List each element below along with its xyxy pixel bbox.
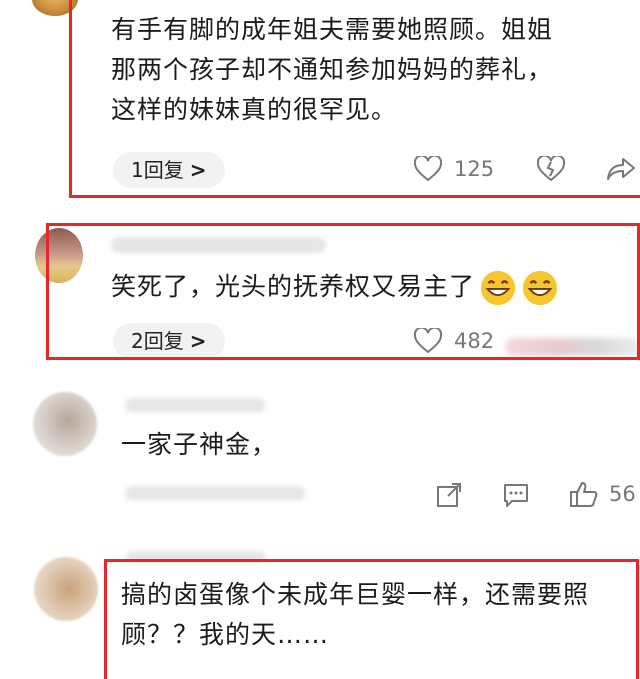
- like-count: 125: [454, 157, 495, 181]
- comment-item-1: 有手有脚的成年姐夫需要她照顾。姐姐 那两个孩子却不通知参加妈妈的葬礼， 这样的妹…: [0, 0, 640, 205]
- grin-emoji-icon: [521, 269, 559, 307]
- share-icon: [436, 482, 462, 508]
- comment-text: 有手有脚的成年姐夫需要她照顾。姐姐 那两个孩子却不通知参加妈妈的葬礼， 这样的妹…: [111, 15, 554, 124]
- dislike-button[interactable]: [537, 156, 565, 182]
- broken-heart-icon: [537, 156, 565, 182]
- comment-feed: 有手有脚的成年姐夫需要她照顾。姐姐 那两个孩子却不通知参加妈妈的葬礼， 这样的妹…: [0, 0, 640, 679]
- avatar[interactable]: [32, 0, 78, 16]
- comment-item-3: 一家子神金， 56: [0, 380, 640, 545]
- chevron-right-icon: >: [189, 158, 207, 182]
- username-blurred: [125, 398, 265, 412]
- reply-button[interactable]: 1回复 >: [113, 152, 225, 188]
- watermark-blur: [505, 338, 640, 356]
- reply-count: 1回复: [131, 158, 184, 182]
- comment-text: 一家子神金，: [121, 430, 278, 459]
- username-blurred: [126, 551, 266, 563]
- avatar[interactable]: [35, 228, 83, 283]
- heart-icon: [414, 156, 442, 182]
- comment-item-4: 搞的卤蛋像个未成年巨婴一样，还需要照 顾？？我的天……: [0, 545, 640, 679]
- grin-emoji-icon: [479, 269, 517, 307]
- like-count: 482: [454, 329, 495, 353]
- username-blurred: [111, 237, 326, 253]
- share-icon: [606, 156, 636, 182]
- comment-text: 搞的卤蛋像个未成年巨婴一样，还需要照 顾？？我的天……: [121, 580, 590, 649]
- avatar[interactable]: [33, 392, 97, 456]
- thumbs-up-icon: [569, 480, 599, 508]
- comment-icon: [503, 482, 529, 508]
- chevron-right-icon: >: [189, 329, 207, 353]
- comment-item-2: 笑死了，光头的抚养权又易主了 2回复 > 482: [0, 205, 640, 365]
- share-button[interactable]: [436, 482, 462, 508]
- comment-text: 笑死了，光头的抚养权又易主了: [111, 267, 640, 307]
- timestamp-blurred: [125, 486, 305, 500]
- like-button[interactable]: 482: [414, 328, 494, 354]
- share-button[interactable]: [606, 156, 636, 182]
- heart-icon: [414, 328, 442, 354]
- comment-text-content: 笑死了，光头的抚养权又易主了: [111, 272, 476, 301]
- avatar[interactable]: [34, 557, 98, 621]
- comment-button[interactable]: [503, 482, 529, 508]
- like-button[interactable]: 56: [569, 480, 636, 508]
- like-count: 56: [609, 482, 636, 506]
- reply-count: 2回复: [131, 329, 184, 353]
- like-button[interactable]: 125: [414, 156, 494, 182]
- reply-button[interactable]: 2回复 >: [113, 323, 225, 359]
